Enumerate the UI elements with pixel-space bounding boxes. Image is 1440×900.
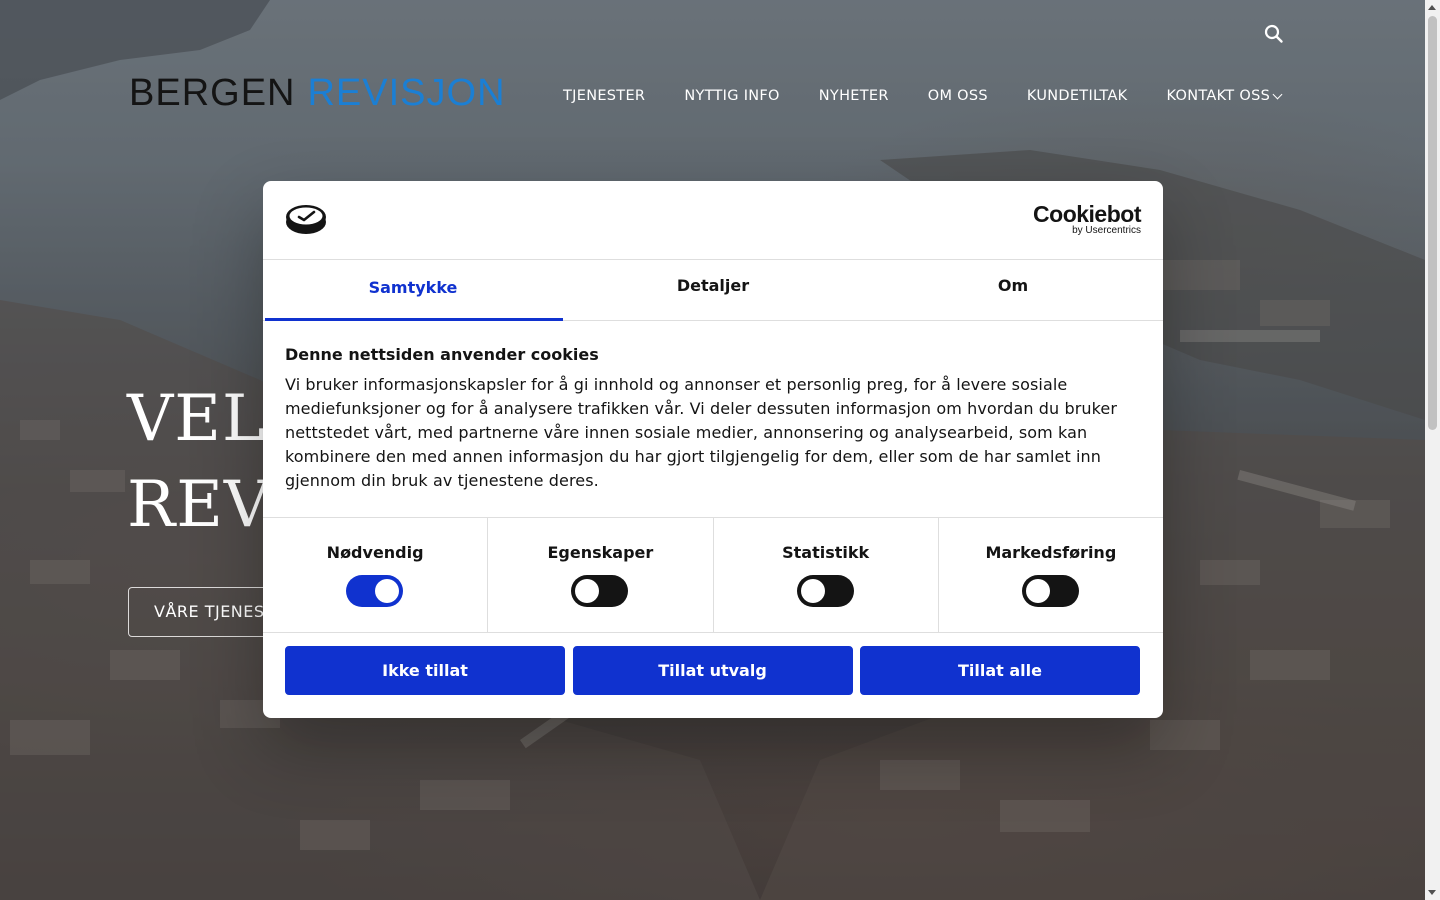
nav-item-nyttig-info[interactable]: NYTTIG INFO xyxy=(684,88,779,104)
nav-label: KUNDETILTAK xyxy=(1026,88,1128,104)
category-label: Nødvendig xyxy=(326,543,424,562)
chevron-down-icon xyxy=(1272,89,1283,99)
dialog-actions: Ikke tillat Tillat utvalg Tillat alle xyxy=(285,646,1140,696)
nav-label: KONTAKT OSS xyxy=(1166,88,1271,104)
category-preferences: Egenskaper xyxy=(488,518,714,632)
toggle-knob xyxy=(1025,579,1050,603)
toggle-knob xyxy=(375,579,400,603)
allow-all-button[interactable]: Tillat alle xyxy=(860,646,1140,695)
nav-label: TJENESTER xyxy=(563,88,646,104)
nav-item-kundetiltak[interactable]: KUNDETILTAK xyxy=(1027,88,1128,104)
tab-samtykke[interactable]: Samtykke xyxy=(263,260,563,321)
category-label: Egenskaper xyxy=(547,543,654,562)
cookiebot-logo[interactable]: Cookiebot by Usercentrics xyxy=(1033,202,1141,236)
preferences-toggle[interactable] xyxy=(571,575,629,607)
dialog-tabs: Samtykke Detaljer Om xyxy=(263,260,1163,321)
dialog-description: Vi bruker informasjonskapsler for å gi i… xyxy=(285,375,1118,490)
nav-item-tjenester[interactable]: TJENESTER xyxy=(563,88,645,104)
dialog-header: Cookiebot by Usercentrics xyxy=(263,181,1163,260)
toggle-knob xyxy=(800,579,825,603)
marketing-toggle[interactable] xyxy=(1021,575,1079,607)
statistics-toggle[interactable] xyxy=(796,575,854,607)
nav-item-kontakt-oss[interactable]: KONTAKT OSS xyxy=(1166,88,1283,104)
consent-categories: Nødvendig Egenskaper Statistikk Markedsf… xyxy=(263,517,1163,633)
category-statistics: Statistikk xyxy=(714,518,939,632)
tab-om[interactable]: Om xyxy=(863,260,1163,320)
page-scrollbar[interactable] xyxy=(1425,0,1440,900)
tab-detaljer[interactable]: Detaljer xyxy=(563,260,863,320)
logo-text-bergen: BERGEN xyxy=(129,72,296,114)
category-label: Statistikk xyxy=(782,543,870,562)
logo-text-revisjon: REVISJON xyxy=(307,72,506,114)
cookiebot-name: Cookiebot xyxy=(1033,201,1141,227)
scroll-up-icon[interactable] xyxy=(1428,5,1436,10)
category-label: Markedsføring xyxy=(985,543,1117,562)
cookiebot-mark-icon xyxy=(285,202,327,240)
nav-label: NYHETER xyxy=(818,88,889,104)
dialog-title: Denne nettsiden anvender cookies xyxy=(285,345,599,364)
scroll-down-icon[interactable] xyxy=(1428,890,1436,895)
nav-label: NYTTIG INFO xyxy=(684,88,780,104)
toggle-knob xyxy=(575,579,600,603)
cookie-consent-dialog: Cookiebot by Usercentrics Samtykke Detal… xyxy=(263,181,1163,718)
nav-label: OM OSS xyxy=(927,88,988,104)
scrollbar-thumb[interactable] xyxy=(1428,16,1437,430)
necessary-toggle[interactable] xyxy=(346,575,404,607)
main-nav: TJENESTER NYTTIG INFO NYHETER OM OSS KUN… xyxy=(563,88,1283,104)
category-marketing: Markedsføring xyxy=(939,518,1163,632)
nav-item-om-oss[interactable]: OM OSS xyxy=(928,88,988,104)
deny-button[interactable]: Ikke tillat xyxy=(285,646,565,695)
category-necessary: Nødvendig xyxy=(263,518,489,632)
allow-selection-button[interactable]: Tillat utvalg xyxy=(572,646,853,695)
search-icon[interactable] xyxy=(1262,22,1286,46)
nav-item-nyheter[interactable]: NYHETER xyxy=(819,88,889,104)
site-logo[interactable]: BERGEN REVISJON xyxy=(129,70,506,116)
